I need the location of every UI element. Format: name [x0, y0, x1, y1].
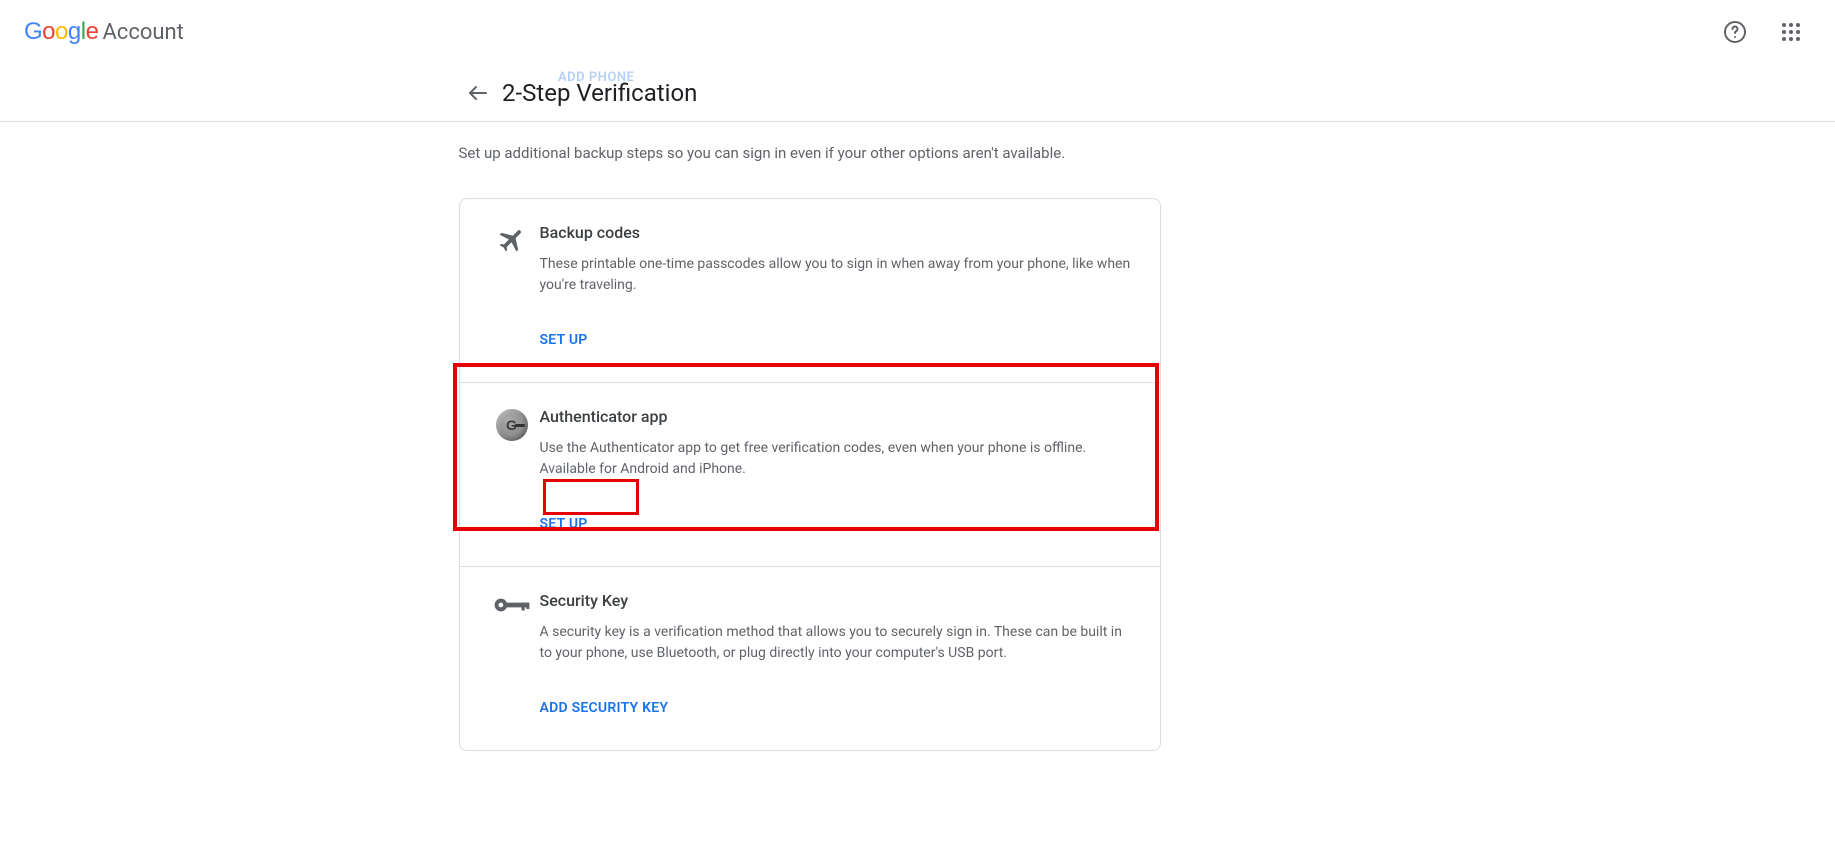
product-label: Account [102, 20, 183, 45]
backup-steps-card: Backup codes These printable one-time pa… [459, 198, 1161, 751]
add-security-key-button[interactable]: ADD SECURITY KEY [530, 694, 679, 722]
backup-codes-section: Backup codes These printable one-time pa… [460, 199, 1160, 382]
authenticator-section: G Authenticator app Use the Authenticato… [460, 382, 1160, 566]
authenticator-desc: Use the Authenticator app to get free ve… [540, 438, 1136, 480]
google-logo: Google [24, 18, 98, 46]
ghost-add-phone-button: ADD PHONE [558, 70, 634, 85]
security-key-desc: A security key is a verification method … [540, 622, 1136, 664]
intro-text: Set up additional backup steps so you ca… [459, 142, 1161, 164]
backup-codes-title: Backup codes [540, 223, 1136, 242]
authenticator-setup-button[interactable]: SET UP [530, 510, 598, 538]
content: Set up additional backup steps so you ca… [459, 142, 1161, 751]
backup-codes-desc: These printable one-time passcodes allow… [540, 254, 1136, 296]
authenticator-title: Authenticator app [540, 407, 1136, 426]
backup-codes-setup-button[interactable]: SET UP [530, 326, 598, 354]
topbar: Google Account [0, 0, 1835, 64]
security-key-section: Security Key A security key is a verific… [460, 566, 1160, 750]
help-icon[interactable] [1715, 12, 1755, 52]
topbar-actions [1715, 12, 1811, 52]
back-button[interactable] [458, 73, 498, 113]
apps-grid-icon[interactable] [1771, 12, 1811, 52]
branding[interactable]: Google Account [24, 18, 184, 46]
authenticator-icon: G [484, 407, 540, 538]
security-key-title: Security Key [540, 591, 1136, 610]
subheader: ADD PHONE 2-Step Verification [0, 64, 1835, 122]
